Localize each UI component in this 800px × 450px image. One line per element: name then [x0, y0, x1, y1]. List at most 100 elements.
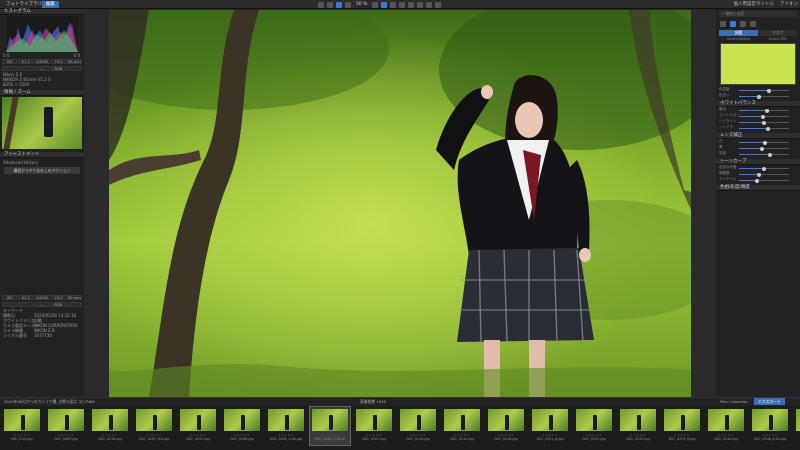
- slider-track[interactable]: [739, 172, 789, 177]
- filmstrip-thumbnail[interactable]: ★★★★★ DSC_0504_2.00.tif: [309, 406, 351, 446]
- zoom-level[interactable]: 50 %: [356, 2, 367, 7]
- navigator-header[interactable]: 情報 / ズーム: [0, 90, 84, 96]
- mask-icon[interactable]: [426, 1, 433, 8]
- tab-adjust[interactable]: 調整: [719, 30, 758, 36]
- slider-track[interactable]: [739, 166, 789, 171]
- filmstrip-thumbnail[interactable]: ★★★★★ DSC_0546_6.00.jpg: [750, 407, 790, 445]
- history-reset-button[interactable]: 最初からやりなおしのアクション: [4, 167, 80, 174]
- slider-knob[interactable]: [763, 140, 767, 145]
- zoom-out-icon[interactable]: [372, 1, 379, 8]
- adjustments-header[interactable]: アジャストメント: [0, 152, 84, 158]
- fit-icon[interactable]: [345, 1, 351, 8]
- slider-knob[interactable]: [755, 178, 759, 183]
- slider-track[interactable]: [739, 178, 789, 183]
- slider-knob[interactable]: [762, 166, 766, 171]
- thumbnail-subject: [329, 415, 333, 430]
- thumbnail-filename: DSC_0521_6.jpg: [536, 437, 564, 441]
- exif-row-1: ISO 100 f/1.2 1/4000 s +0.0 EV 85 mm: [0, 58, 84, 65]
- slider-knob[interactable]: [768, 152, 772, 157]
- layers-tool-icon[interactable]: [750, 21, 756, 27]
- mask-tool-icon[interactable]: [740, 21, 746, 27]
- slider-knob[interactable]: [766, 126, 770, 131]
- slider-knob[interactable]: [767, 88, 771, 93]
- filmstrip-thumbnail[interactable]: ★★★★★ DSC_0497.jpg: [178, 407, 218, 445]
- tab-library[interactable]: フォトライブラリ: [2, 1, 46, 8]
- compare-icon[interactable]: [327, 1, 333, 8]
- slider-fill: [739, 154, 770, 155]
- slider-track[interactable]: [739, 140, 789, 145]
- slider-knob[interactable]: [757, 172, 761, 177]
- filmstrip-thumbnail[interactable]: ★★★★★ DSC_0533_6.jpg: [662, 407, 702, 445]
- filmstrip-thumbnail[interactable]: ★★★★★ DSC_0510.jpg: [398, 407, 438, 445]
- filmstrip-thumbnail[interactable]: ★★★★★ DSC_0529.jpg: [618, 407, 658, 445]
- film-collection-button[interactable]: Film Collection: [720, 399, 748, 404]
- subtab-smarthdr[interactable]: Smart HDR: [758, 37, 797, 41]
- slider-track[interactable]: [739, 88, 789, 93]
- single-view-icon[interactable]: [336, 1, 342, 8]
- thumbnail-filename: DSC_0502_6.00.jpg: [269, 437, 303, 441]
- filmstrip-thumbnail[interactable]: ★★★★★ DSC_0467.jpg: [46, 407, 86, 445]
- thumbnail-subject: [681, 415, 685, 430]
- subtab-smartlighting[interactable]: SmartLighting: [719, 37, 758, 41]
- histogram-header[interactable]: ヒストグラム: [0, 9, 84, 15]
- crop-icon[interactable]: [381, 1, 388, 8]
- flip-icon[interactable]: [399, 1, 406, 8]
- slider-track[interactable]: [739, 152, 789, 157]
- slider-track[interactable]: [739, 108, 789, 113]
- slider-track[interactable]: [739, 120, 789, 125]
- export-button[interactable]: エクスポート: [754, 398, 785, 405]
- filmstrip-thumbnail[interactable]: ★★★★★DSC_0551.jpg: [794, 407, 800, 445]
- exif-cell: [66, 302, 83, 307]
- filmstrip-thumbnail[interactable]: ★★★★★ DSC_0502_6.00.jpg: [266, 407, 306, 445]
- rotate-icon[interactable]: [390, 1, 397, 8]
- filmstrip-thumbnail[interactable]: ★★★★★ DSC_0491_6.0.jpg: [134, 407, 174, 445]
- before-after-icon[interactable]: [435, 1, 442, 8]
- thumbnail-image: [356, 409, 392, 431]
- thumbnail-subject: [637, 415, 641, 430]
- folder-path[interactable]: 2024年06月からのカメラで撮_白鷺公園エコロ RAW: [4, 399, 95, 405]
- filmstrip-thumbnail[interactable]: ★★★★★ DSC_0540.jpg: [706, 407, 746, 445]
- right-tools: [716, 19, 800, 29]
- history-label[interactable]: Advanced History: [0, 160, 84, 165]
- navigator-thumbnail[interactable]: [2, 97, 82, 149]
- thumbnail-filename: DSC_0476.jpg: [98, 437, 122, 441]
- adjust-tool-icon[interactable]: [720, 21, 726, 27]
- section-hsl[interactable]: 色相/彩度/輝度: [716, 185, 800, 191]
- slider-track[interactable]: [739, 94, 789, 99]
- grid-view-icon[interactable]: [318, 1, 324, 8]
- adjust-slider[interactable]: 彩度: [719, 151, 797, 157]
- thumbnail-filename: DSC_0533_6.jpg: [668, 437, 696, 441]
- brush-icon[interactable]: [417, 1, 424, 8]
- edit-tool-icon[interactable]: [730, 21, 736, 27]
- slider-knob[interactable]: [757, 94, 761, 99]
- main-photo[interactable]: [109, 10, 691, 397]
- slider-label: 色合い: [719, 93, 730, 97]
- slider-knob[interactable]: [759, 146, 764, 151]
- adjust-slider[interactable]: シャドウ: [719, 125, 797, 131]
- thumbnail-filename: DSC_0491_6.0.jpg: [138, 437, 169, 441]
- slider-track[interactable]: [739, 114, 789, 119]
- adjust-slider[interactable]: ディテール: [719, 177, 797, 183]
- search-placeholder: 機能を検索: [725, 11, 745, 16]
- filmstrip-thumbnail[interactable]: ★★★★★ DSC_0525.jpg: [574, 407, 614, 445]
- filmstrip-thumbnail[interactable]: ★★★★★ DSC_0521_6.jpg: [530, 407, 570, 445]
- addon-button[interactable]: アドオン: [780, 1, 798, 7]
- filmstrip-thumbnail[interactable]: ★★★★★ DSC_0514.jpg: [442, 407, 482, 445]
- adjust-slider[interactable]: 色合い: [719, 93, 797, 99]
- filmstrip-thumbnail[interactable]: ★★★★★ DSC_0507.jpg: [354, 407, 394, 445]
- filmstrip-thumbnail[interactable]: ★★★★★ DSC_0476.jpg: [90, 407, 130, 445]
- search-input[interactable]: ⌕ 機能を検索: [719, 11, 797, 17]
- preset-title-button[interactable]: 個人用設定タイトル: [734, 1, 775, 7]
- slider-knob[interactable]: [764, 108, 769, 113]
- slider-track[interactable]: [739, 126, 789, 131]
- tab-mask[interactable]: マスク: [758, 30, 797, 36]
- filmstrip-thumbnail[interactable]: ★★★★★ DSC_0518.jpg: [486, 407, 526, 445]
- slider-knob[interactable]: [761, 114, 765, 119]
- eyedropper-icon[interactable]: [408, 1, 415, 8]
- filmstrip-thumbnail[interactable]: ★★★★★ IMG_6.00.jpg: [2, 407, 42, 445]
- filmstrip-thumbnail[interactable]: ★★★★★ DSC_0498.jpg: [222, 407, 262, 445]
- tab-edit[interactable]: 編集: [42, 1, 59, 8]
- slider-track[interactable]: [739, 146, 789, 151]
- slider-knob[interactable]: [762, 120, 766, 125]
- thumbnail-image: [224, 409, 260, 431]
